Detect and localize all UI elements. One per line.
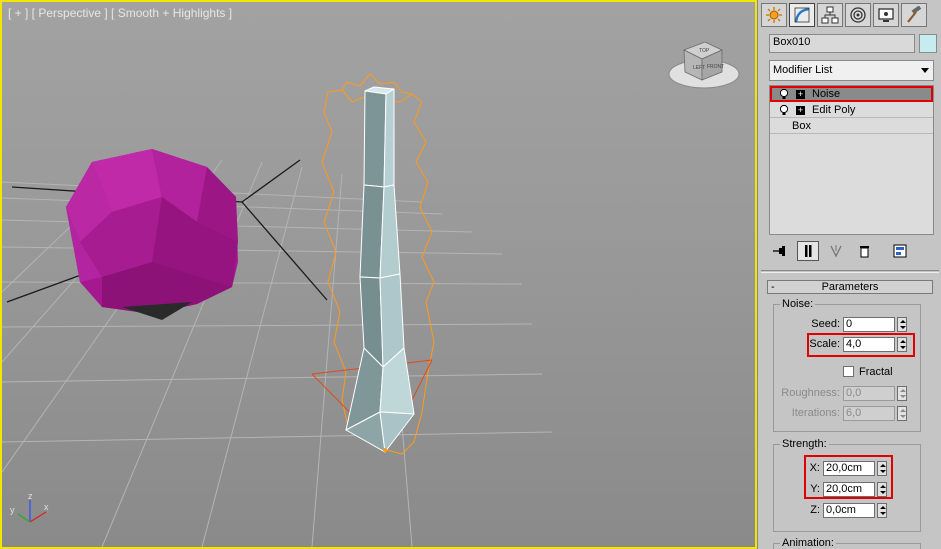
motion-icon — [850, 7, 866, 23]
tab-create[interactable] — [761, 3, 787, 27]
make-unique-button[interactable] — [825, 241, 847, 261]
roughness-spinner — [897, 386, 907, 401]
axis-x-label: x — [44, 502, 49, 512]
app-root: LEFT FRONT TOP z x y [ + ] [ Perspective… — [0, 0, 941, 549]
expand-icon[interactable]: + — [796, 90, 805, 99]
lightbulb-icon[interactable] — [778, 104, 790, 116]
stack-item-edit-poly[interactable]: + Edit Poly — [770, 102, 933, 118]
object-color-swatch[interactable] — [919, 34, 937, 53]
strength-z-spinner[interactable] — [877, 503, 887, 518]
seed-label: Seed: — [811, 318, 840, 330]
roughness-label: Roughness: — [781, 387, 840, 399]
end-result-icon — [805, 245, 812, 257]
hammer-icon — [907, 6, 922, 23]
stack-item-noise[interactable]: + Noise — [770, 86, 933, 102]
tab-hierarchy[interactable] — [817, 3, 843, 27]
perspective-viewport[interactable]: LEFT FRONT TOP z x y [ + ] [ Perspective… — [0, 0, 757, 549]
scale-input[interactable]: 4,0 — [843, 337, 895, 352]
viewport-scene: LEFT FRONT TOP z x y — [2, 41, 740, 547]
seed-spinner[interactable] — [897, 317, 907, 332]
remove-modifier-button[interactable] — [853, 241, 875, 261]
pin-stack-button[interactable] — [769, 241, 791, 261]
stack-item-box[interactable]: Box — [770, 118, 933, 134]
configure-icon — [893, 244, 907, 258]
stack-label-noise: Noise — [812, 88, 841, 100]
axis-tripod: z x y — [10, 491, 49, 523]
hierarchy-icon — [821, 6, 839, 24]
pivot-point — [383, 448, 387, 452]
expand-icon[interactable]: + — [796, 106, 805, 115]
command-panel: Box010 Modifier List + Noise + Edit Poly… — [757, 0, 941, 549]
noise-group-label: Noise: — [780, 298, 816, 310]
strength-y-label: Y: — [810, 483, 820, 495]
strength-z-input[interactable]: 0,0cm — [823, 503, 875, 518]
sun-icon — [766, 7, 782, 23]
stack-label-box: Box — [792, 120, 811, 132]
display-icon — [878, 8, 894, 22]
configure-sets-button[interactable] — [889, 241, 911, 261]
fractal-label: Fractal — [859, 366, 893, 378]
iterations-input: 6,0 — [843, 406, 895, 421]
object-name-input[interactable]: Box010 — [769, 34, 915, 53]
stack-label-edit-poly: Edit Poly — [812, 104, 856, 116]
parameters-rollout-header[interactable]: - Parameters — [767, 280, 933, 294]
strength-x-spinner[interactable] — [877, 461, 887, 476]
tab-modify[interactable] — [789, 3, 815, 27]
axis-y-label: y — [10, 505, 15, 515]
modifier-list-label: Modifier List — [773, 64, 833, 76]
modifier-stack: + Noise + Edit Poly Box — [769, 85, 934, 235]
chevron-down-icon — [921, 68, 929, 73]
axis-z-label: z — [28, 491, 33, 501]
strength-group-label: Strength: — [780, 438, 829, 450]
strength-y-input[interactable]: 20,0cm — [823, 482, 875, 497]
iterations-spinner — [897, 406, 907, 421]
column-object[interactable] — [345, 86, 415, 453]
stack-toolbar — [769, 240, 934, 262]
make-unique-icon — [830, 245, 842, 258]
pin-icon — [773, 246, 785, 256]
modify-icon — [794, 7, 810, 23]
strength-z-label: Z: — [810, 504, 820, 516]
tab-display[interactable] — [873, 3, 899, 27]
parameters-rollout-title: Parameters — [821, 281, 879, 293]
roughness-input: 0,0 — [843, 386, 895, 401]
scale-spinner[interactable] — [897, 337, 907, 352]
seed-input[interactable]: 0 — [843, 317, 895, 332]
viewcube-front-label: FRONT — [707, 64, 724, 70]
viewcube-top-label: TOP — [699, 48, 710, 54]
scale-label: Scale: — [809, 338, 840, 350]
rollout-collapse-icon: - — [771, 281, 775, 293]
viewcube-left-label: LEFT — [693, 65, 705, 71]
modifier-list-dropdown[interactable]: Modifier List — [769, 60, 934, 81]
tab-motion[interactable] — [845, 3, 871, 27]
viewport-label[interactable]: [ + ] [ Perspective ] [ Smooth + Highlig… — [8, 6, 232, 20]
strength-x-label: X: — [809, 462, 820, 474]
viewcube[interactable]: LEFT FRONT TOP — [668, 41, 740, 89]
panel-separator — [761, 270, 939, 273]
command-panel-tabs — [761, 3, 939, 27]
show-end-result-button[interactable] — [797, 241, 819, 261]
animation-group: Animation: — [773, 537, 921, 549]
lightbulb-icon[interactable] — [778, 88, 790, 100]
animation-group-label: Animation: — [780, 537, 836, 549]
strength-x-input[interactable]: 20,0cm — [823, 461, 875, 476]
trash-icon — [860, 246, 869, 258]
magenta-object[interactable] — [66, 149, 238, 320]
tab-utilities[interactable] — [901, 3, 927, 27]
fractal-checkbox[interactable] — [843, 366, 854, 377]
iterations-label: Iterations: — [791, 407, 840, 419]
strength-y-spinner[interactable] — [877, 482, 887, 497]
